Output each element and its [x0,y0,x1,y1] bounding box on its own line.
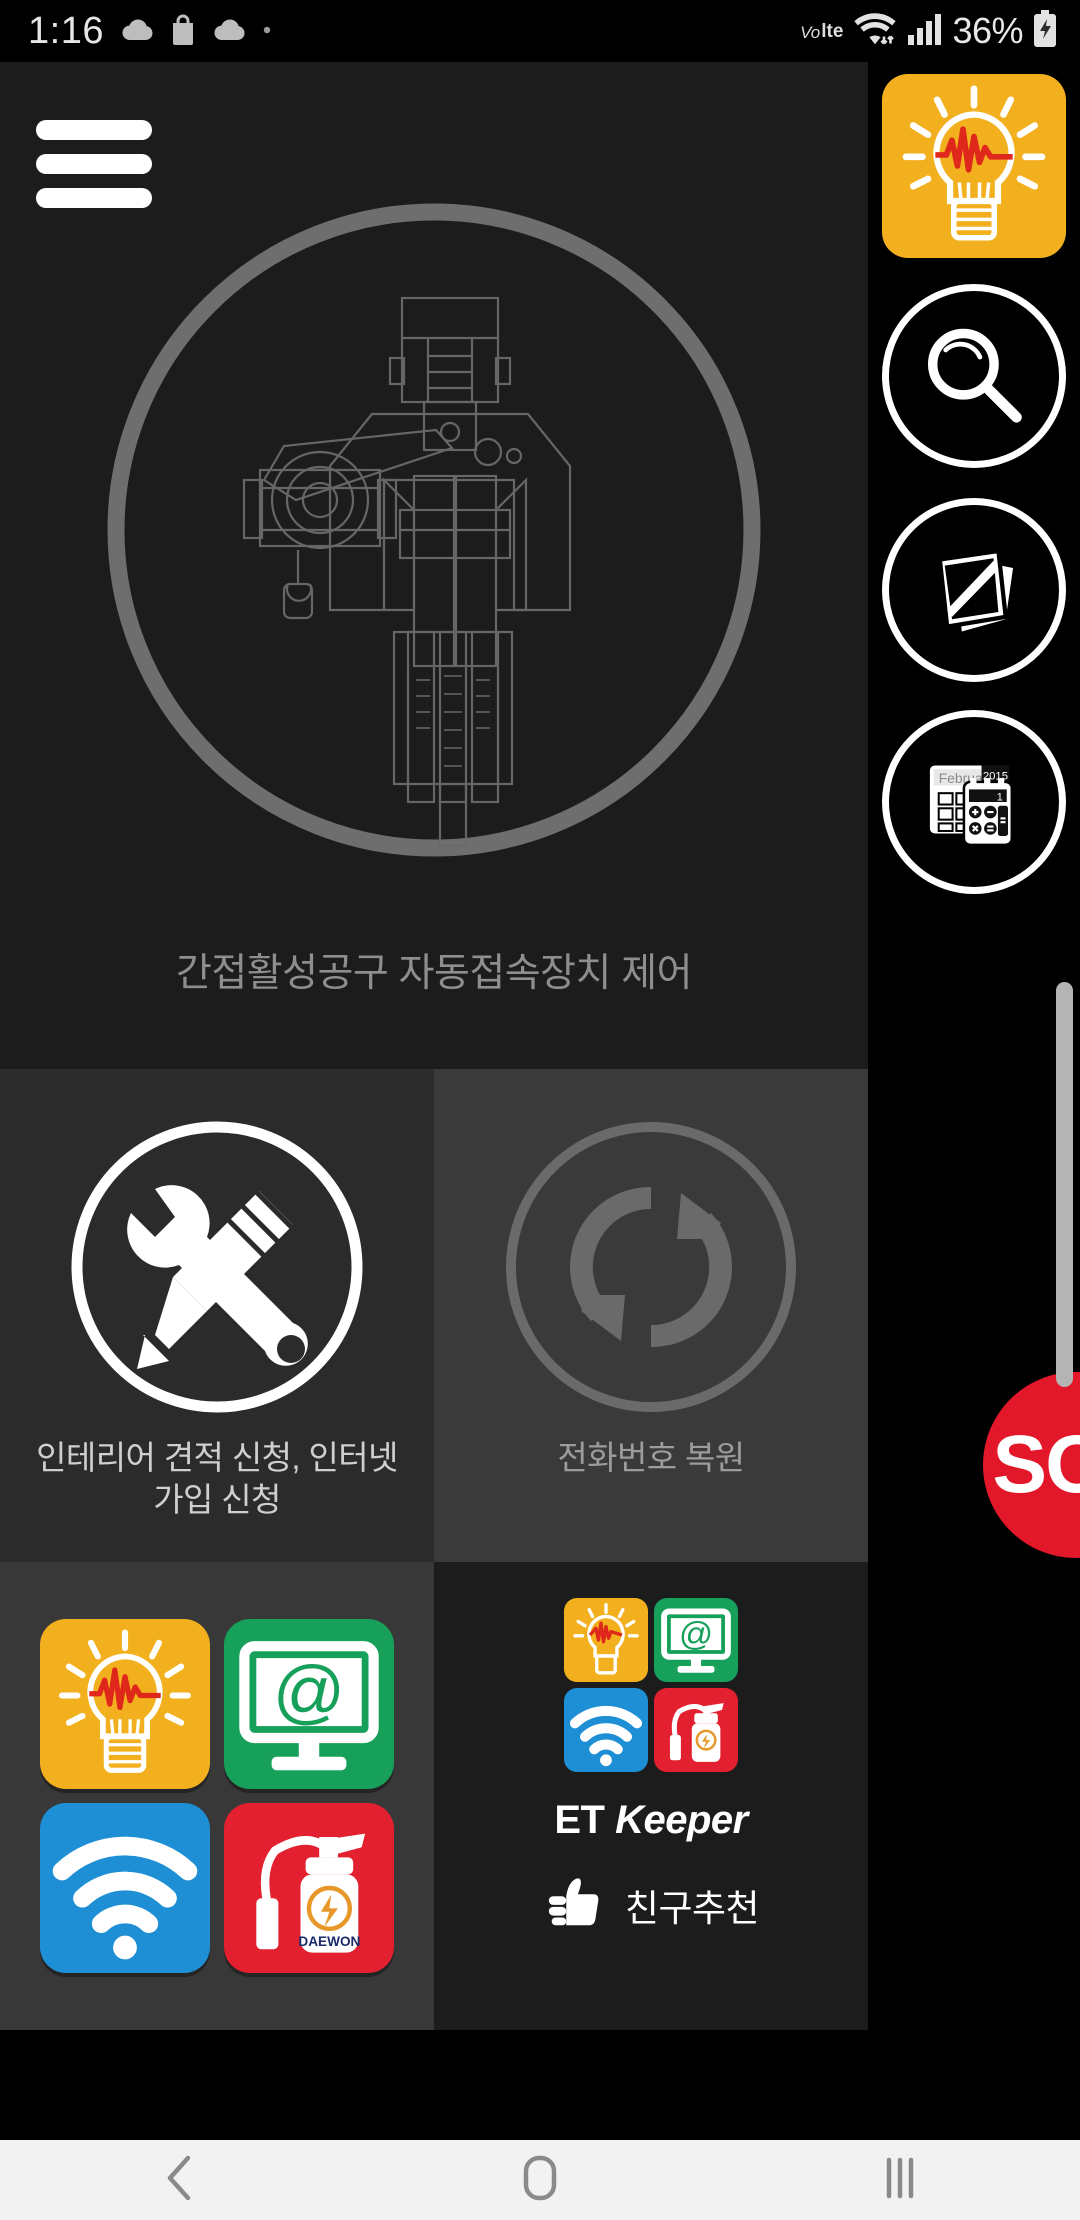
hot-line-tool-diagram [84,180,784,880]
thumbs-up-icon [543,1871,605,1938]
dot-icon [262,22,272,40]
documents-icon [882,498,1066,682]
status-bar: 1:16 Vo lte 36% [0,0,1080,62]
brand-name-second: Keeper [615,1798,748,1842]
sync-restore-icon [497,1113,805,1421]
volte-icon: Vo lte [800,22,843,41]
calendar-calculator-icon: February 2015 1 [882,710,1066,894]
status-bar-left: 1:16 [28,10,272,53]
calendar-calculator-shortcut-button[interactable]: February 2015 1 [882,710,1066,894]
volte-prefix: Vo [800,22,821,42]
hamburger-bar [36,120,152,140]
main-scroll-column[interactable]: 간접활성공구 자동접속장치 제어 인테리어 견적 신청, 인터넷 가입 신청 전… [0,62,868,2030]
app-tile-lightbulb[interactable] [40,1619,210,1789]
lightbulb-shortcut-button[interactable] [882,74,1066,258]
hero-panel[interactable]: 간접활성공구 자동접속장치 제어 [0,62,868,1069]
svg-text:1: 1 [997,792,1003,804]
home-button[interactable] [455,2140,625,2220]
cloud-icon [120,16,154,47]
status-bar-right: Vo lte 36% [800,9,1058,53]
card-label-line2: 가입 신청 [153,1481,281,1519]
android-nav-bar [0,2140,1080,2220]
wifi-icon [852,10,898,53]
brand-name: ET Keeper [554,1798,748,1843]
sos-button[interactable]: SOS [983,1372,1080,1558]
magnifier-icon [882,284,1066,468]
phone-screen: 1:16 Vo lte 36% 간접활성공구 자동접속장치 제어 인테리어 견적… [0,0,1080,2220]
extinguisher-brand: DAEWON [298,1934,360,1949]
brand-tile-fire-extinguisher [654,1688,738,1772]
brand-name-first: ET [554,1798,605,1842]
volte-suffix: lte [821,20,844,42]
recents-button[interactable] [815,2140,985,2220]
hamburger-bar [36,154,152,174]
brand-logo-grid: @ [564,1598,738,1772]
card-service-request-label: 인테리어 견적 신청, 인터넷 가입 신청 [17,1437,417,1521]
refer-friend-label: 친구추천 [624,1887,760,1929]
documents-shortcut-button[interactable] [882,498,1066,682]
brand-tile-lightbulb [564,1598,648,1682]
bulb-waveform-icon [882,74,1066,258]
card-service-request[interactable]: 인테리어 견적 신청, 인터넷 가입 신청 [0,1069,434,1562]
bottom-row: @ DAEWON @ ET Keeper 친구추천 [0,1562,868,2030]
home-square-icon [517,2152,563,2209]
app-tile-internet-monitor[interactable]: @ [224,1619,394,1789]
shopping-bag-icon [170,13,196,50]
search-shortcut-button[interactable] [882,284,1066,468]
cloud-icon [212,16,246,47]
battery-charging-icon [1032,9,1058,53]
right-rail: February 2015 1 SO [868,62,1080,2140]
wrench-screwdriver-icon [63,1113,371,1421]
app-content: 간접활성공구 자동접속장치 제어 인테리어 견적 신청, 인터넷 가입 신청 전… [0,62,1080,2140]
app-tile-fire-extinguisher[interactable]: DAEWON [224,1803,394,1973]
svg-text:@: @ [679,1616,713,1653]
shortcut-card-row: 인테리어 견적 신청, 인터넷 가입 신청 전화번호 복원 [0,1069,868,1562]
card-label-line1: 인테리어 견적 신청, 인터넷 [36,1439,398,1476]
battery-percent: 36% [952,10,1023,51]
brand-panel: @ ET Keeper 친구추천 [434,1562,868,2030]
card-phone-restore[interactable]: 전화번호 복원 [434,1069,868,1562]
brand-tile-wifi [564,1688,648,1772]
refer-friend-button[interactable]: 친구추천 [543,1871,760,1938]
back-button[interactable] [95,2140,265,2220]
brand-tile-internet-monitor: @ [654,1598,738,1682]
app-tile-wifi[interactable] [40,1803,210,1973]
scrollbar-thumb[interactable] [1056,982,1073,1387]
recents-bars-icon [879,2152,921,2209]
card-phone-restore-label: 전화번호 복원 [557,1439,745,1476]
status-clock: 1:16 [28,9,104,52]
signal-bars-icon [907,13,943,50]
chevron-left-icon [158,2152,202,2209]
svg-text:@: @ [273,1652,345,1732]
hero-caption: 간접활성공구 자동접속장치 제어 [176,952,693,995]
app-shortcut-grid[interactable]: @ DAEWON [0,1562,434,2030]
